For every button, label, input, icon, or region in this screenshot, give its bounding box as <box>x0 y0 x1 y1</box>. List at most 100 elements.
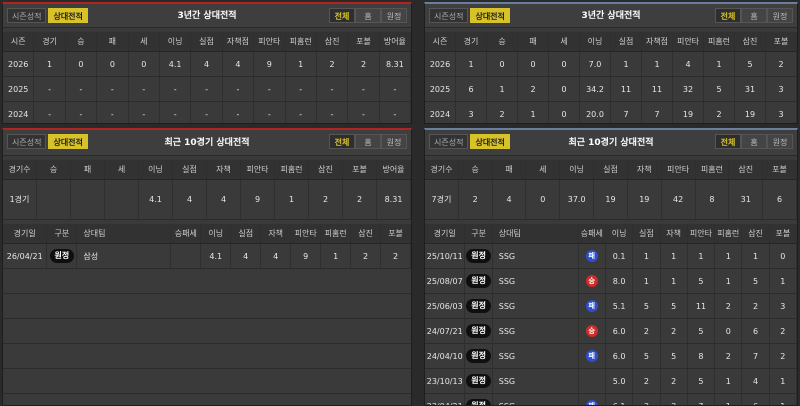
table-header: 경기일 구분 상대팀 승패세 이닝 실점 자책 피안타 피홈런 삼진 포볼 <box>425 224 797 244</box>
result-badge: 패 <box>585 400 598 405</box>
table-cell: 0 <box>97 52 129 76</box>
game-r-cell: 2 <box>633 369 661 393</box>
summary-cell: 19 <box>594 180 628 219</box>
column-header: 자책점 <box>223 32 255 51</box>
filter-away-button[interactable]: 원정 <box>767 8 793 23</box>
column-header: 세 <box>105 160 139 179</box>
column-header: 피홈런 <box>715 224 743 243</box>
column-header: 피안타 <box>688 224 716 243</box>
game-row[interactable]: 26/04/21 원정 삼성 4.1 4 4 9 1 2 2 <box>3 244 411 269</box>
game-ip-cell: 6.1 <box>606 394 634 405</box>
filter-home-button[interactable]: 홈 <box>355 8 381 23</box>
table-cell: 2 <box>317 52 349 76</box>
column-header: 포볼 <box>381 224 411 243</box>
column-header: 패 <box>71 160 105 179</box>
panel-header: 시즌성적 상대전적 3년간 상대전적 전체 홈 원정 <box>425 4 797 28</box>
game-row[interactable]: 24/04/10 원정 SSG 패 6.0 5 5 8 2 7 2 <box>425 344 797 369</box>
table-cell: 2026 <box>3 52 35 76</box>
summary-cell: 6 <box>763 180 797 219</box>
filter-home-button[interactable]: 홈 <box>741 134 767 149</box>
game-row[interactable]: 25/08/07 원정 SSG 승 8.0 1 1 5 1 5 1 <box>425 269 797 294</box>
game-r-cell: 5 <box>633 344 661 368</box>
table-cell: 7 <box>642 102 673 123</box>
filter-tabs: 전체 홈 원정 <box>715 8 793 23</box>
game-hr-cell: 1 <box>715 269 743 293</box>
empty-row <box>3 394 411 405</box>
game-opp-cell: SSG <box>493 319 579 343</box>
filter-all-button[interactable]: 전체 <box>329 8 355 23</box>
column-header: 이닝 <box>606 224 634 243</box>
table-cell: - <box>286 102 317 123</box>
column-header: 이닝 <box>139 160 173 179</box>
game-type-badge: 원정 <box>466 249 491 263</box>
table-cell: - <box>317 77 349 101</box>
empty-row <box>3 344 411 369</box>
filter-away-button[interactable]: 원정 <box>767 134 793 149</box>
game-er-cell: 5 <box>661 294 688 318</box>
filter-all-button[interactable]: 전체 <box>715 8 741 23</box>
filter-all-button[interactable]: 전체 <box>715 134 741 149</box>
column-header: 경기 <box>456 32 487 51</box>
table-row: 2026 1 0 0 0 4.1 4 4 9 1 2 2 8.31 <box>3 52 411 77</box>
game-r-cell: 2 <box>633 319 661 343</box>
table-cell: - <box>97 102 129 123</box>
table-cell: 3 <box>456 102 487 123</box>
column-header: 이닝 <box>201 224 232 243</box>
table-cell: 0 <box>66 52 98 76</box>
table-cell: - <box>223 77 255 101</box>
game-r-cell: 5 <box>633 294 661 318</box>
game-row[interactable]: 23/04/21 원정 SSG 패 6.1 3 3 7 1 6 1 <box>425 394 797 405</box>
column-header: 실점 <box>173 160 207 179</box>
table-cell: - <box>223 102 255 123</box>
table-header: 경기수 승 패 세 이닝 실점 자책 피안타 피홈런 삼진 포볼 방어율 <box>3 160 411 180</box>
filter-all-button[interactable]: 전체 <box>329 134 355 149</box>
filter-away-button[interactable]: 원정 <box>381 8 407 23</box>
filter-home-button[interactable]: 홈 <box>741 8 767 23</box>
column-header: 승 <box>459 160 493 179</box>
result-badge: 승 <box>585 275 598 287</box>
game-r-cell: 1 <box>633 244 661 268</box>
game-hr-cell: 1 <box>715 244 743 268</box>
game-opp-cell: SSG <box>493 269 579 293</box>
filter-tabs: 전체 홈 원정 <box>329 8 407 23</box>
summary-cell: 4 <box>207 180 241 219</box>
table-cell: 4.1 <box>160 52 192 76</box>
summary-cell: 2 <box>309 180 343 219</box>
column-header: 경기일 <box>3 224 48 243</box>
table-cell: 2 <box>487 102 518 123</box>
table-cell: 0 <box>518 52 549 76</box>
summary-cell: 42 <box>662 180 696 219</box>
column-header: 방어율 <box>380 32 411 51</box>
table-cell: 1 <box>456 52 487 76</box>
game-row[interactable]: 25/10/11 원정 SSG 패 0.1 1 1 1 1 1 0 <box>425 244 797 269</box>
column-header: 삼진 <box>317 32 349 51</box>
table-cell: 2024 <box>3 102 35 123</box>
game-bb-cell: 1 <box>770 394 797 405</box>
game-row[interactable]: 24/07/21 원정 SSG 승 6.0 2 2 5 0 6 2 <box>425 319 797 344</box>
column-header: 실점 <box>191 32 223 51</box>
game-type-badge: 원정 <box>466 324 491 338</box>
filter-home-button[interactable]: 홈 <box>355 134 381 149</box>
table-cell: - <box>97 77 129 101</box>
game-row[interactable]: 23/10/13 원정 SSG 5.0 2 2 5 1 4 1 <box>425 369 797 394</box>
table-cell: - <box>191 102 223 123</box>
table-cell: - <box>380 102 411 123</box>
game-result-cell: 패 <box>579 244 606 268</box>
table-cell: 2 <box>518 77 549 101</box>
game-row[interactable]: 25/06/03 원정 SSG 패 5.1 5 5 11 2 2 3 <box>425 294 797 319</box>
summary-cell: 0 <box>526 180 561 219</box>
game-er-cell: 4 <box>261 244 292 268</box>
summary-cell: 1 <box>275 180 309 219</box>
game-result-cell: 패 <box>579 344 606 368</box>
summary-cell: 9 <box>241 180 275 219</box>
game-opp-cell: SSG <box>493 294 579 318</box>
game-er-cell: 1 <box>661 244 688 268</box>
game-bb-cell: 1 <box>770 369 797 393</box>
table-cell: - <box>191 77 223 101</box>
game-ip-cell: 5.0 <box>606 369 634 393</box>
filter-away-button[interactable]: 원정 <box>381 134 407 149</box>
result-badge: 승 <box>585 325 598 337</box>
table-cell: 7.0 <box>580 52 611 76</box>
table-cell: - <box>66 102 98 123</box>
table-cell: 32 <box>673 77 704 101</box>
